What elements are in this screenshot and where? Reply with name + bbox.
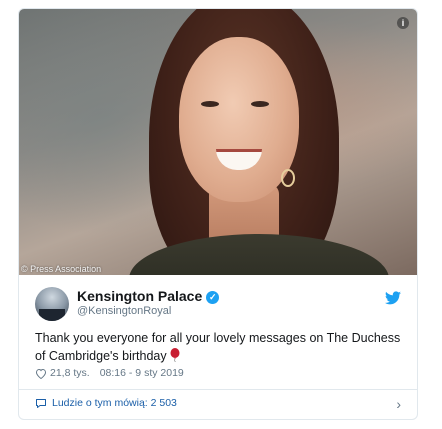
author-name-text[interactable]: Kensington Palace (77, 288, 202, 304)
photo-eye (251, 101, 269, 107)
photo-earring (281, 169, 295, 187)
photo-eye (201, 101, 219, 107)
info-icon[interactable]: i (397, 17, 409, 29)
heart-icon[interactable] (35, 368, 47, 379)
tweet-timestamp[interactable]: 08:16 - 9 sty 2019 (100, 367, 184, 379)
twitter-bird-icon[interactable] (385, 291, 401, 305)
photo-credit: © Press Association (21, 264, 102, 274)
tweet-text-content: Thank you everyone for all your lovely m… (35, 331, 401, 363)
verified-badge-icon: ✓ (206, 291, 220, 304)
author-name[interactable]: Kensington Palace ✓ (77, 288, 220, 304)
people-talking-text[interactable]: Ludzie o tym mówią: 2 503 (52, 397, 177, 409)
balloon-emoji-icon (170, 348, 180, 362)
avatar[interactable] (35, 287, 69, 321)
author-handle[interactable]: @KensingtonRoyal (77, 305, 171, 317)
tweet-text: Thank you everyone for all your lovely m… (35, 329, 405, 365)
speech-bubble-icon (36, 398, 46, 408)
embedded-tweet-card[interactable]: i © Press Association Kensington Palace ✓… (18, 8, 418, 420)
divider (19, 389, 417, 390)
people-talking-link[interactable]: Ludzie o tym mówią: 2 503 › (35, 396, 401, 412)
avatar-building (39, 309, 65, 321)
chevron-right-icon[interactable]: › (396, 396, 401, 412)
like-count[interactable]: 21,8 tys. (50, 367, 90, 379)
tweet-meta: 21,8 tys. 08:16 - 9 sty 2019 (35, 367, 184, 379)
tweet-header: Kensington Palace ✓ @KensingtonRoyal (19, 275, 417, 321)
tweet-photo[interactable]: i © Press Association (19, 9, 417, 275)
